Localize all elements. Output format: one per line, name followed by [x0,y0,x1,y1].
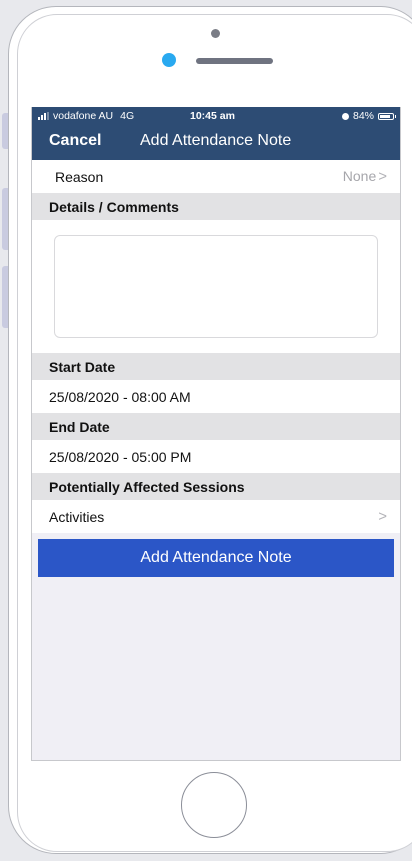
details-container [32,220,400,353]
app-header: vodafone AU 4G 10:45 am 84% Cancel Add A… [32,107,400,160]
carrier-label: vodafone AU [53,110,114,122]
reason-value: None [342,168,377,184]
page-title: Add Attendance Note [140,132,292,149]
end-date-value: 25/08/2020 - 05:00 PM [49,448,192,465]
reason-label: Reason [55,168,104,185]
network-label: 4G [120,110,135,122]
cancel-button[interactable]: Cancel [49,132,101,150]
app-screen: vodafone AU 4G 10:45 am 84% Cancel Add A… [31,107,401,761]
chevron-right-icon: > [378,168,387,185]
reason-value-group: None > [343,168,387,185]
alarm-icon [341,112,349,120]
front-camera [211,29,220,38]
battery-icon [378,112,396,120]
details-section-header: Details / Comments [32,193,400,220]
start-date-field[interactable]: 25/08/2020 - 08:00 AM [32,380,400,413]
details-textarea[interactable] [54,235,378,338]
earpiece-speaker [196,58,273,64]
device-frame: vodafone AU 4G 10:45 am 84% Cancel Add A… [0,0,412,861]
activities-row[interactable]: Activities > [32,500,400,533]
reason-row[interactable]: Reason None > [32,160,400,193]
sessions-section-header: Potentially Affected Sessions [32,473,400,500]
end-date-field[interactable]: 25/08/2020 - 05:00 PM [32,440,400,473]
activities-label: Activities [49,508,105,525]
signal-icon [38,112,49,120]
status-bar: vodafone AU 4G 10:45 am 84% [32,107,400,124]
status-right: 84% [341,110,396,122]
status-time: 10:45 am [190,110,235,122]
battery-fill [380,114,391,118]
start-date-value: 25/08/2020 - 08:00 AM [49,388,191,405]
submit-container: Add Attendance Note [32,533,400,577]
home-button[interactable] [181,772,247,838]
start-date-header: Start Date [32,353,400,380]
add-attendance-note-button[interactable]: Add Attendance Note [38,539,394,577]
status-left: vodafone AU 4G [38,110,134,122]
chevron-right-icon: > [378,508,387,525]
proximity-sensor [162,53,176,67]
nav-bar: Cancel Add Attendance Note [32,124,400,160]
battery-percent: 84% [352,110,374,122]
end-date-header: End Date [32,413,400,440]
